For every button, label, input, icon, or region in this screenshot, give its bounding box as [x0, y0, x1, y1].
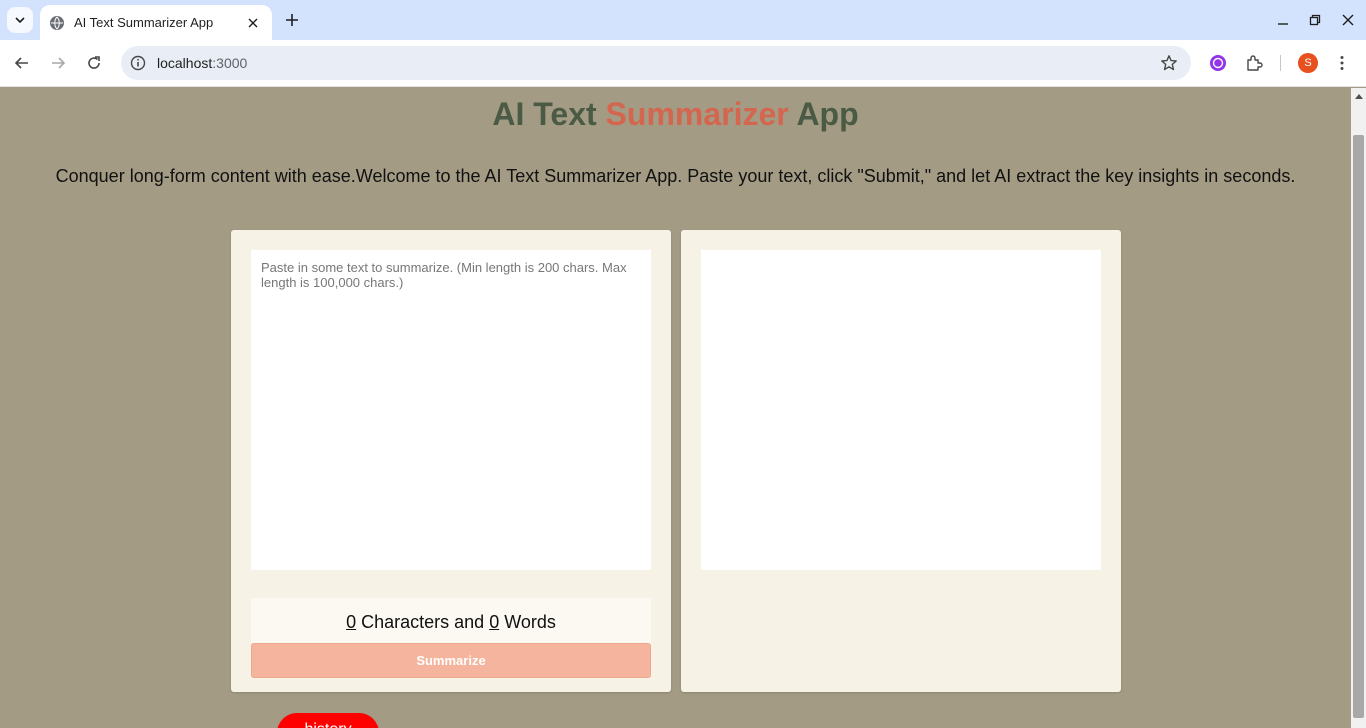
url-text: localhost:3000 — [157, 55, 247, 71]
forward-button[interactable] — [47, 52, 69, 74]
restore-button[interactable] — [1305, 10, 1325, 30]
toolbar-divider — [1280, 55, 1281, 71]
tab-title: AI Text Summarizer App — [74, 15, 214, 30]
tab-search-button[interactable] — [7, 7, 33, 33]
close-icon — [1342, 14, 1354, 26]
counter-box: 0 Characters and 0 Words — [251, 598, 651, 644]
url-port: :3000 — [212, 55, 248, 71]
arrow-left-icon — [14, 57, 28, 69]
close-window-button[interactable] — [1338, 10, 1358, 30]
words-label: Words — [499, 612, 556, 632]
output-card — [681, 230, 1121, 692]
globe-icon — [50, 15, 64, 30]
chrome-menu-icon[interactable] — [1331, 52, 1353, 74]
back-button[interactable] — [11, 52, 33, 74]
close-tab-icon[interactable] — [244, 14, 262, 32]
chars-label: Characters and — [356, 612, 490, 632]
chevron-down-icon — [15, 17, 25, 24]
summary-output — [701, 250, 1101, 570]
text-input[interactable] — [251, 250, 651, 570]
minimize-button[interactable] — [1273, 10, 1293, 30]
scroll-thumb[interactable] — [1353, 135, 1364, 718]
title-part1: AI Text — [492, 96, 606, 132]
summarize-button[interactable]: Summarize — [251, 643, 651, 678]
new-tab-button[interactable] — [281, 9, 303, 31]
plus-icon — [286, 14, 298, 26]
char-count: 0 — [346, 612, 357, 632]
bookmark-star-icon[interactable] — [1159, 53, 1179, 73]
reload-icon — [88, 56, 100, 69]
restore-icon — [1309, 14, 1321, 26]
browser-tabbar: AI Text Summarizer App — [0, 0, 1366, 40]
input-card: 0 Characters and 0 Words Summarize — [231, 230, 671, 692]
site-info-icon[interactable] — [130, 55, 146, 71]
intro-text: Conquer long-form content with ease.Welc… — [55, 166, 1296, 186]
reload-button[interactable] — [83, 52, 105, 74]
page-title: AI Text Summarizer App — [0, 96, 1351, 133]
extension-icon[interactable] — [1207, 52, 1229, 74]
history-button[interactable]: history — [277, 713, 379, 728]
browser-tab[interactable]: AI Text Summarizer App — [40, 5, 272, 40]
extensions-puzzle-icon[interactable] — [1243, 52, 1265, 74]
title-accent: Summarizer — [605, 96, 789, 132]
browser-toolbar: localhost:3000 — [0, 40, 1366, 87]
title-part2: App — [788, 96, 859, 132]
profile-avatar[interactable]: S — [1298, 53, 1318, 73]
arrow-right-icon — [52, 57, 66, 69]
scroll-up-arrow-icon[interactable] — [1351, 88, 1366, 103]
word-count: 0 — [489, 612, 500, 632]
scrollbar[interactable] — [1351, 88, 1366, 728]
address-bar[interactable]: localhost:3000 — [121, 46, 1191, 80]
minimize-icon — [1278, 23, 1288, 25]
page-content: AI Text Summarizer App Conquer long-form… — [0, 88, 1351, 728]
url-host: localhost — [157, 55, 213, 71]
